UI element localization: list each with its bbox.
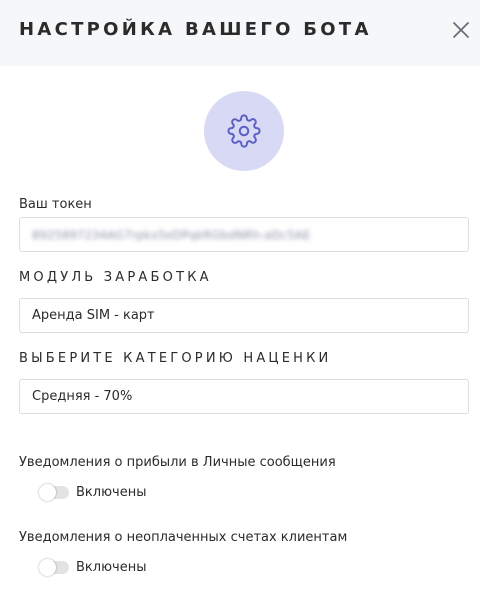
unpaid-invoices-notification-label: Уведомления о неоплаченных счетах клиент…: [19, 530, 348, 545]
profit-notification-toggle[interactable]: [39, 483, 69, 501]
unpaid-invoices-notification-row: Включены: [39, 558, 147, 576]
bot-settings-avatar: [204, 91, 284, 171]
unpaid-invoices-notification-toggle-label: Включены: [76, 559, 147, 575]
token-label: Ваш токен: [19, 197, 92, 212]
profit-notification-row: Включены: [39, 483, 147, 501]
profit-notification-toggle-label: Включены: [76, 484, 147, 500]
toggle-knob: [39, 483, 56, 501]
profit-notification-label: Уведомления о прибыли в Личные сообщения: [19, 455, 336, 470]
unpaid-invoices-notification-toggle[interactable]: [39, 558, 69, 576]
gear-icon: [227, 114, 261, 148]
close-button[interactable]: [450, 19, 472, 41]
markup-category-value: Средняя - 70%: [32, 389, 133, 404]
token-value: 8925897234AG7rpkx5eDPqkRGbdNRh-aDc5AE: [32, 227, 311, 242]
modal-title: НАСТРОЙКА ВАШЕГО БОТА: [19, 19, 372, 40]
earning-module-label: МОДУЛЬ ЗАРАБОТКА: [19, 270, 212, 285]
markup-category-select[interactable]: Средняя - 70%: [19, 379, 469, 414]
token-field[interactable]: 8925897234AG7rpkx5eDPqkRGbdNRh-aDc5AE: [19, 217, 469, 252]
earning-module-select[interactable]: Аренда SIM - карт: [19, 298, 469, 333]
modal-header: НАСТРОЙКА ВАШЕГО БОТА: [0, 0, 480, 66]
markup-category-label: ВЫБЕРИТЕ КАТЕГОРИЮ НАЦЕНКИ: [19, 351, 332, 366]
close-icon: [453, 22, 469, 38]
toggle-knob: [39, 558, 56, 576]
earning-module-value: Аренда SIM - карт: [32, 308, 155, 323]
